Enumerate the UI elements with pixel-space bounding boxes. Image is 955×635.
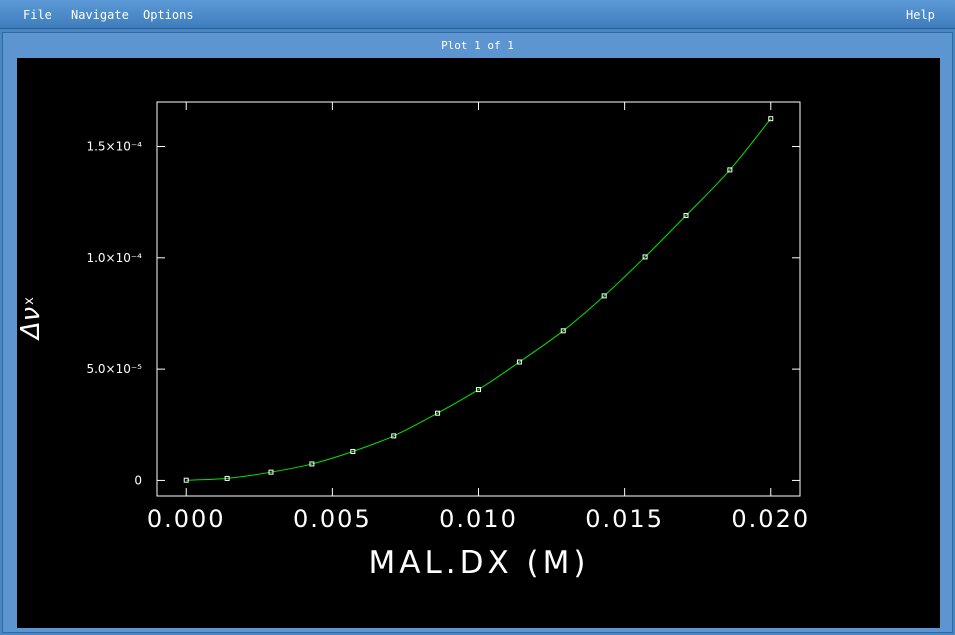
plot-canvas: 0.000 0.005 0.010 0.015 0.020 0 5.0×10⁻⁵ 1.0×1… <box>16 58 940 628</box>
x-tick-label: 0.015 <box>585 505 664 533</box>
y-axis-label-group: Δν x <box>16 297 46 341</box>
x-tick-label: 0.005 <box>293 505 372 533</box>
x-tick-label: 0.010 <box>439 505 518 533</box>
menu-navigate[interactable]: Navigate <box>71 8 129 22</box>
y-axis-label: Δν <box>17 307 46 341</box>
x-axis-ticks: 0.000 0.005 0.010 0.015 0.020 <box>147 102 810 533</box>
data-line <box>186 118 772 481</box>
menu-bar: File Navigate Options Help <box>0 0 955 29</box>
x-axis-label: MAL.DX (M) <box>369 545 590 581</box>
menu-file[interactable]: File <box>23 8 52 22</box>
plot-window-title: Plot 1 of 1 <box>441 39 514 52</box>
y-tick-label: 5.0×10⁻⁵ <box>86 362 142 376</box>
y-tick-label: 1.0×10⁻⁴ <box>86 251 142 265</box>
chart-svg: 0.000 0.005 0.010 0.015 0.020 0 5.0×10⁻⁵ 1.0×1… <box>16 101 810 581</box>
x-tick-label: 0.000 <box>147 505 226 533</box>
y-tick-label: 1.5×10⁻⁴ <box>86 140 142 154</box>
y-axis-ticks: 0 5.0×10⁻⁵ 1.0×10⁻⁴ 1.5×10⁻⁴ <box>86 140 800 487</box>
y-axis-label-subscript: x <box>22 297 37 305</box>
plot-frame <box>156 101 801 497</box>
x-tick-label: 0.020 <box>731 505 810 533</box>
plot-window: Plot 1 of 1 0.000 0.005 0.010 0.015 0.020 0 5… <box>2 32 953 633</box>
menu-options[interactable]: Options <box>143 8 194 22</box>
data-markers <box>183 116 774 483</box>
menu-help[interactable]: Help <box>906 8 935 22</box>
y-tick-label: 0 <box>134 473 142 487</box>
